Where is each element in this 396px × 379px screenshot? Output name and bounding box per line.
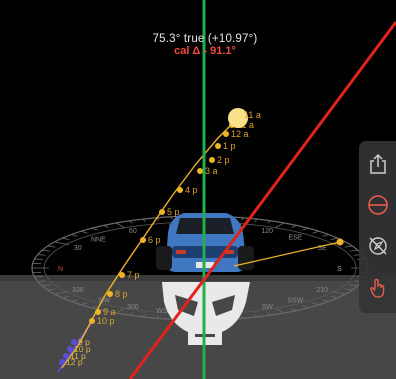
compass-label: 30 — [74, 245, 82, 252]
compass-tick — [330, 237, 338, 241]
compass-tick — [62, 237, 70, 241]
sun-hour-dot — [89, 318, 95, 324]
side-toolbar — [359, 141, 396, 313]
sun-hour-dot — [119, 272, 125, 278]
compass-tick — [291, 225, 297, 228]
horizon-icon — [367, 195, 388, 215]
compass-label: SW — [262, 304, 274, 311]
compass-toggle-button[interactable] — [359, 227, 396, 265]
sun-hour-dot — [197, 168, 203, 174]
sun-label: 11 a — [244, 110, 261, 120]
sun-hour-label: 1 p — [223, 141, 236, 151]
compass-tick — [254, 218, 258, 222]
compass-label: 330 — [72, 287, 84, 294]
compass-label: S — [337, 266, 342, 273]
compass-tick — [312, 230, 319, 234]
share-button[interactable] — [359, 145, 396, 183]
sun-hour-dot — [140, 237, 146, 243]
sun-hour-dot — [223, 131, 229, 137]
compass-off-icon — [368, 237, 387, 255]
sun-hour-label: 2 p — [217, 155, 230, 165]
compass-tick — [267, 220, 272, 224]
compass-label: 300 — [127, 304, 139, 311]
hand-icon — [369, 278, 384, 298]
sun-hour-dot — [159, 209, 165, 215]
compass-tick — [54, 241, 70, 245]
compass-tick — [42, 249, 51, 252]
sun-hour-label: 7 p — [127, 270, 140, 280]
compass-tick — [47, 245, 56, 248]
compass-tick — [322, 234, 329, 237]
compass-tick — [115, 222, 125, 228]
sun-hour-dot — [107, 291, 113, 297]
heading-readout: 75.3° true (+10.97°) — [152, 33, 258, 45]
ar-sun-view[interactable]: N30NNE60NEEENE120ESESES210SSWSW240WWSW30… — [0, 0, 396, 379]
share-icon — [369, 153, 386, 174]
sun-hour-label: 4 p — [185, 185, 198, 195]
sun-hour-label: 6 p — [148, 235, 161, 245]
sun-hour-dot — [95, 309, 101, 315]
compass-tick — [81, 230, 88, 234]
sun-hour-dot — [177, 187, 183, 193]
compass-tick — [349, 249, 358, 252]
sun-hour-dot — [209, 157, 215, 163]
compass-label: 120 — [261, 228, 273, 235]
manual-adjust-button[interactable] — [359, 269, 396, 307]
compass-tick — [302, 227, 309, 231]
compass-label: SSW — [287, 297, 303, 304]
compass-label: ESE — [288, 235, 302, 242]
sun-hour-label: 9 a — [103, 307, 116, 317]
compass-tick — [275, 222, 285, 228]
compass-label: N — [58, 266, 63, 273]
horizon-band — [0, 275, 396, 281]
sun-azimuth-marker — [336, 238, 344, 246]
compass-label: 60 — [129, 228, 137, 235]
compass-tick — [142, 218, 146, 222]
compass-tick — [71, 234, 78, 237]
sun-hour-label: 10 p — [97, 316, 115, 326]
sun-hour-dot — [215, 143, 221, 149]
compass-label: 210 — [316, 287, 328, 294]
compass-tick — [91, 227, 98, 231]
calibration-readout: cal Δ - 91.1° — [174, 45, 236, 57]
sun-hour-label: 3 a — [205, 166, 218, 176]
compass-tick — [37, 254, 46, 256]
sun-hour-label: 12 a — [231, 129, 249, 139]
compass-label: NNE — [91, 236, 106, 243]
horizon-toggle-button[interactable] — [359, 186, 396, 224]
compass-tick — [128, 220, 133, 224]
compass-tick — [344, 245, 353, 248]
sun-hour-label: 5 p — [167, 207, 180, 217]
sun-hour-label: 8 p — [115, 289, 128, 299]
compass-tick — [103, 225, 109, 228]
